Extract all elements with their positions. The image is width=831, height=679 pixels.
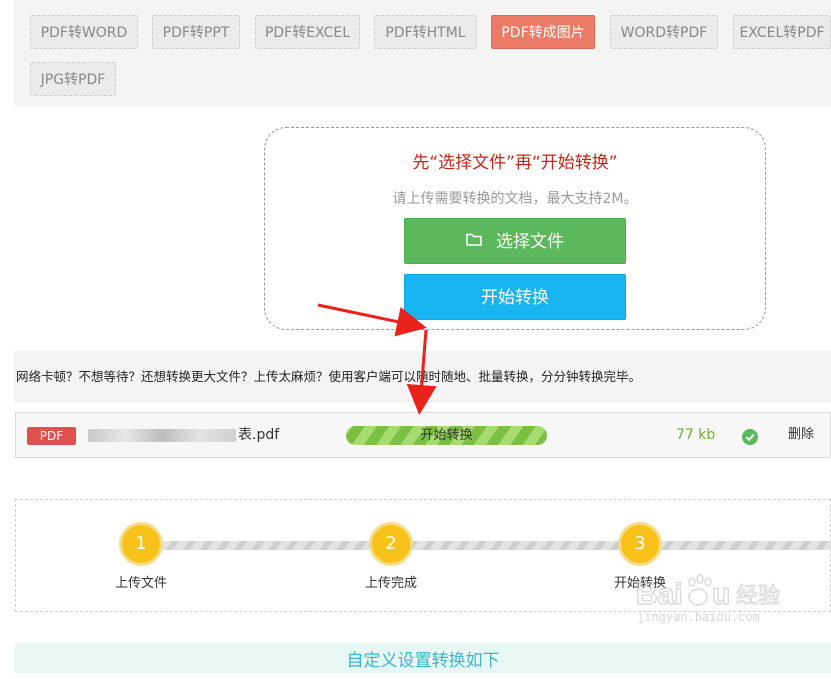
tab-pdf-to-ppt[interactable]: PDF转PPT [152,15,240,49]
conversion-progress-bar: 开始转换 [346,426,547,445]
step-2-label: 上传完成 [364,576,418,591]
select-file-label: 选择文件 [496,232,564,252]
step-1-circle: 1 [119,522,163,566]
file-list-row: PDF 表.pdf 开始转换 77 kb 删除 [15,412,831,458]
redacted-filename-block [88,428,236,442]
tab-excel-to-pdf[interactable]: EXCEL转PDF [733,15,831,49]
svg-text:Bai: Bai [636,578,683,611]
watermark-url: jingyan.baidu.com [637,610,760,624]
folder-icon [466,218,482,264]
step-3-circle: 3 [618,522,662,566]
tab-pdf-to-word[interactable]: PDF转WORD [30,15,138,49]
step-1-label: 上传文件 [114,576,168,591]
tab-pdf-to-image[interactable]: PDF转成图片 [491,15,595,49]
tab-jpg-to-pdf[interactable]: JPG转PDF [30,62,116,96]
converter-tab-bar: PDF转WORD PDF转PPT PDF转EXCEL PDF转HTML PDF转… [14,0,831,106]
tab-word-to-pdf[interactable]: WORD转PDF [610,15,718,49]
file-name-suffix: 表.pdf [238,427,280,443]
progress-label: 开始转换 [420,428,473,443]
step-2-circle: 2 [369,522,413,566]
client-promo-notice: 网络卡顿？不想等待？还想转换更大文件？上传太麻烦？使用客户端可以随时随地、批量转… [14,351,831,403]
upload-panel: 先“选择文件”再“开始转换” 请上传需要转换的文档，最大支持2M。 选择文件 开… [264,127,766,330]
tab-pdf-to-html[interactable]: PDF转HTML [374,15,477,49]
start-convert-button[interactable]: 开始转换 [404,274,626,320]
steps-progress-track [156,541,831,550]
upload-size-hint: 请上传需要转换的文档，最大支持2M。 [392,191,638,207]
file-type-badge: PDF [27,427,76,445]
upload-instruction-title: 先“选择文件”再“开始转换” [412,153,618,173]
baidu-jingyan-watermark: Bai u 经验 jingyan.baidu.com [612,570,822,630]
custom-settings-header: 自定义设置转换如下 [15,643,831,673]
file-name: 表.pdf [88,413,279,457]
delete-file-button[interactable]: 删除 [788,413,814,457]
checkmark-circle-icon [742,429,758,449]
svg-text:u: u [712,578,730,611]
tab-pdf-to-excel[interactable]: PDF转EXCEL [255,15,360,49]
select-file-button[interactable]: 选择文件 [404,218,626,264]
baidu-logo-icon: Bai u 经验 [635,574,781,612]
svg-text:经验: 经验 [736,584,780,609]
file-size: 77 kb [676,427,716,443]
